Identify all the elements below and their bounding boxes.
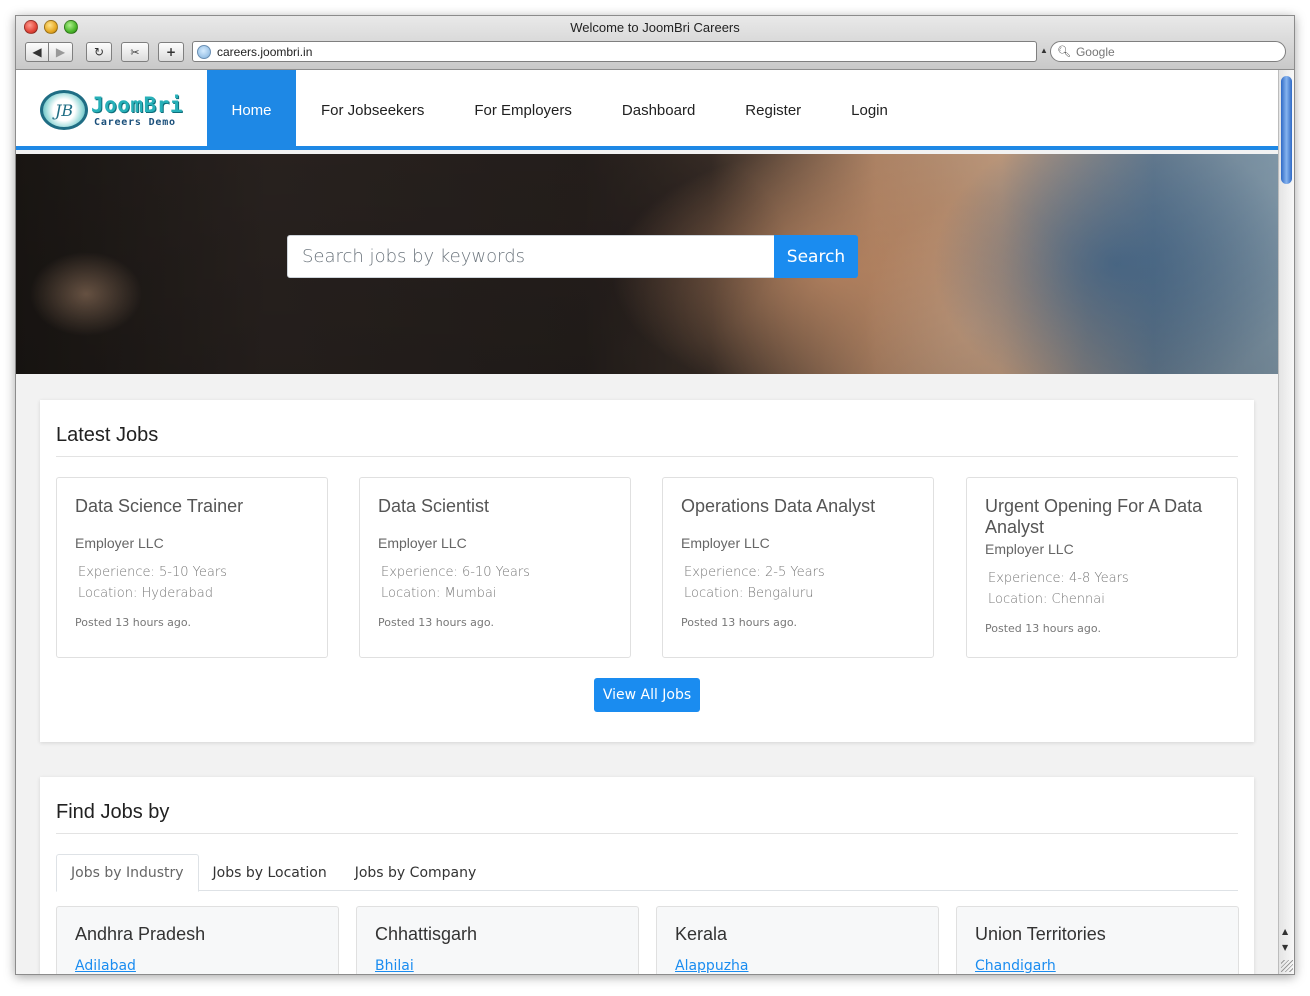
site-logo[interactable]: JB JoomBri Careers Demo <box>40 90 184 132</box>
job-experience: Experience: 5-10 Years <box>78 565 227 580</box>
job-card[interactable]: Urgent Opening For A Data Analyst Employ… <box>966 477 1238 658</box>
reload-icon: ↻ <box>93 45 105 59</box>
tab-jobs-by-company[interactable]: Jobs by Company <box>341 854 491 891</box>
tab-jobs-by-location[interactable]: Jobs by Location <box>199 854 341 891</box>
address-bar[interactable]: careers.joombri.in <box>192 41 1037 62</box>
job-company: Employer LLC <box>378 535 467 551</box>
location-group-title: Andhra Pradesh <box>75 924 206 944</box>
logo-badge-icon: JB <box>40 90 88 130</box>
job-posted-time: Posted 13 hours ago. <box>985 622 1101 635</box>
vertical-scrollbar[interactable]: ▲ ▼ <box>1278 70 1294 974</box>
back-icon: ◀ <box>32 45 42 59</box>
job-experience: Experience: 6-10 Years <box>381 565 530 580</box>
location-group-card: Chhattisgarh Bhilai <box>356 906 639 974</box>
job-company: Employer LLC <box>681 535 770 551</box>
location-group-card: Union Territories Chandigarh <box>956 906 1239 974</box>
browser-search-placeholder: Google <box>1075 44 1115 59</box>
divider <box>56 833 1238 834</box>
reload-button[interactable]: ↻ <box>86 42 112 62</box>
address-url: careers.joombri.in <box>217 44 313 59</box>
location-link[interactable]: Bhilai <box>375 958 414 974</box>
job-company: Employer LLC <box>985 541 1074 557</box>
find-jobs-heading: Find Jobs by <box>56 801 170 823</box>
job-experience: Experience: 2-5 Years <box>684 565 825 580</box>
divider <box>56 456 1238 457</box>
job-search-button[interactable]: Search <box>774 235 858 278</box>
job-search-input[interactable]: Search jobs by keywords <box>287 235 775 278</box>
nav-home[interactable]: Home <box>207 70 296 150</box>
job-location: Location: Hyderabad <box>78 586 213 601</box>
new-tab-button[interactable]: + <box>158 42 184 62</box>
logo-name: JoomBri <box>91 93 184 117</box>
back-button[interactable]: ◀ <box>25 42 49 62</box>
logo-tagline: Careers Demo <box>94 117 176 128</box>
snip-icon: ✂ <box>130 45 140 59</box>
location-link[interactable]: Chandigarh <box>975 958 1056 974</box>
resize-grip-icon[interactable] <box>1281 960 1293 972</box>
search-icon: 🔍︎ <box>1057 45 1071 58</box>
job-card[interactable]: Operations Data Analyst Employer LLC Exp… <box>662 477 934 658</box>
browser-titlebar: Welcome to JoomBri Careers ◀ ▶ ↻ ✂ + car… <box>16 16 1294 70</box>
snip-button[interactable]: ✂ <box>121 42 149 62</box>
scrollbar-thumb[interactable] <box>1281 76 1292 184</box>
job-card[interactable]: Data Science Trainer Employer LLC Experi… <box>56 477 328 658</box>
tab-jobs-by-industry[interactable]: Jobs by Industry <box>56 854 199 892</box>
latest-jobs-heading: Latest Jobs <box>56 424 159 446</box>
location-link[interactable]: Adilabad <box>75 958 136 974</box>
window-title: Welcome to JoomBri Careers <box>570 20 740 35</box>
page-viewport: JB JoomBri Careers Demo Home For Jobseek… <box>16 70 1280 974</box>
location-group-card: Andhra Pradesh Adilabad <box>56 906 339 974</box>
view-all-jobs-button[interactable]: View All Jobs <box>594 678 700 712</box>
job-location: Location: Bengaluru <box>684 586 814 601</box>
job-location: Location: Chennai <box>988 592 1105 607</box>
job-card[interactable]: Data Scientist Employer LLC Experience: … <box>359 477 631 658</box>
job-title[interactable]: Urgent Opening For A Data Analyst <box>985 496 1219 538</box>
location-group-title: Union Territories <box>975 924 1106 944</box>
job-posted-time: Posted 13 hours ago. <box>681 616 797 629</box>
job-title[interactable]: Data Science Trainer <box>75 496 309 517</box>
main-nav: Home For Jobseekers For Employers Dashbo… <box>207 70 913 150</box>
nav-for-jobseekers[interactable]: For Jobseekers <box>296 70 449 150</box>
browser-search-field[interactable]: 🔍︎ Google <box>1050 41 1286 62</box>
hero-banner: Search jobs by keywords Search <box>16 154 1280 374</box>
nav-login[interactable]: Login <box>826 70 913 150</box>
job-company: Employer LLC <box>75 535 164 551</box>
job-posted-time: Posted 13 hours ago. <box>75 616 191 629</box>
latest-jobs-section: Latest Jobs Data Science Trainer Employe… <box>40 400 1254 742</box>
new-tab-icon: + <box>165 45 177 59</box>
scroll-up-arrow-icon[interactable]: ▲ <box>1282 927 1288 936</box>
job-title[interactable]: Data Scientist <box>378 496 612 517</box>
find-jobs-section: Find Jobs by Jobs by Industry Jobs by Lo… <box>40 777 1254 974</box>
forward-icon: ▶ <box>55 45 66 59</box>
job-location: Location: Mumbai <box>381 586 497 601</box>
location-group-title: Kerala <box>675 924 728 944</box>
job-posted-time: Posted 13 hours ago. <box>378 616 494 629</box>
forward-button[interactable]: ▶ <box>49 42 73 62</box>
find-jobs-tabs: Jobs by Industry Jobs by Location Jobs b… <box>56 854 1238 892</box>
location-group-card: Kerala Alappuzha <box>656 906 939 974</box>
location-link[interactable]: Alappuzha <box>675 958 749 974</box>
globe-icon <box>197 44 211 59</box>
nav-dashboard[interactable]: Dashboard <box>597 70 720 150</box>
nav-for-employers[interactable]: For Employers <box>449 70 597 150</box>
location-group-title: Chhattisgarh <box>375 924 478 944</box>
address-dropdown-icon[interactable]: ▲ <box>1040 46 1048 55</box>
nav-register[interactable]: Register <box>720 70 826 150</box>
job-experience: Experience: 4-8 Years <box>988 571 1129 586</box>
browser-window: Welcome to JoomBri Careers ◀ ▶ ↻ ✂ + car… <box>15 15 1295 975</box>
job-title[interactable]: Operations Data Analyst <box>681 496 915 517</box>
scroll-down-arrow-icon[interactable]: ▼ <box>1282 943 1288 952</box>
site-header: JB JoomBri Careers Demo Home For Jobseek… <box>16 70 1280 150</box>
